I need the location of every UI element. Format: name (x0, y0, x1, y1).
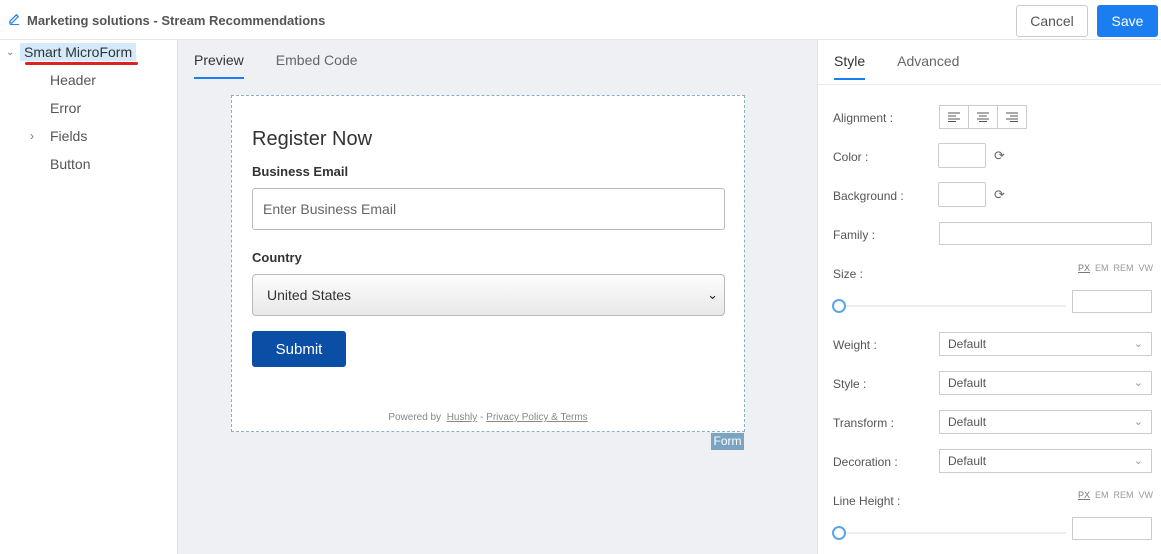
tab-style[interactable]: Style (834, 51, 866, 80)
size-slider-handle[interactable] (832, 299, 846, 313)
tree-item-header[interactable]: Header (50, 72, 96, 88)
align-center-icon[interactable] (969, 106, 998, 128)
align-right-icon[interactable] (998, 106, 1026, 128)
email-field[interactable]: Enter Business Email (252, 188, 725, 230)
tree-root-label[interactable]: Smart MicroForm (20, 43, 137, 61)
line-height-input[interactable] (1072, 517, 1152, 540)
country-label: Country (252, 250, 302, 265)
country-select[interactable]: United States ⌄ (252, 274, 725, 316)
powered-by: Powered by Hushly - Privacy Policy & Ter… (232, 412, 744, 423)
reset-icon[interactable]: ⟳ (994, 148, 1005, 164)
decoration-value: Default (948, 454, 987, 468)
transform-label: Transform : (833, 416, 894, 430)
page-title: Marketing solutions - Stream Recommendat… (8, 12, 325, 28)
style-select[interactable]: Default ⌄ (939, 371, 1152, 395)
line-height-units: PX EM REM VW (1078, 490, 1153, 500)
alignment-label: Alignment : (833, 111, 894, 125)
family-label: Family : (833, 228, 875, 242)
chevron-down-icon: ⌄ (1133, 416, 1143, 428)
size-slider-track[interactable] (832, 305, 1066, 307)
unit-em[interactable]: EM (1095, 490, 1109, 500)
unit-vw[interactable]: VW (1139, 490, 1154, 500)
transform-value: Default (948, 415, 987, 429)
decoration-select[interactable]: Default ⌄ (939, 449, 1152, 473)
unit-rem[interactable]: REM (1114, 263, 1134, 273)
alignment-group (939, 105, 1027, 129)
structure-sidebar: ⌄ Smart MicroForm Header Error › Fields … (0, 40, 178, 554)
edit-icon[interactable] (8, 12, 21, 28)
unit-px[interactable]: PX (1078, 263, 1090, 273)
powered-separator: - (480, 412, 484, 423)
line-height-slider-handle[interactable] (832, 526, 846, 540)
privacy-policy-link[interactable]: Privacy Policy & Terms (486, 412, 588, 423)
save-button[interactable]: Save (1097, 5, 1158, 37)
top-bar: Marketing solutions - Stream Recommendat… (0, 0, 1161, 40)
weight-select[interactable]: Default ⌄ (939, 332, 1152, 356)
hushly-link[interactable]: Hushly (447, 412, 478, 423)
style-value: Default (948, 376, 987, 390)
chevron-right-icon[interactable]: › (30, 129, 34, 143)
email-label: Business Email (252, 164, 349, 179)
tree-item-fields[interactable]: Fields (50, 128, 87, 144)
chevron-down-icon: ⌄ (707, 287, 718, 302)
selection-underline (25, 62, 138, 65)
powered-prefix: Powered by (388, 412, 442, 423)
unit-rem[interactable]: REM (1114, 490, 1134, 500)
align-left-icon[interactable] (940, 106, 969, 128)
transform-select[interactable]: Default ⌄ (939, 410, 1152, 434)
decoration-label: Decoration : (833, 455, 898, 469)
preview-area: Preview Embed Code Register Now Business… (178, 40, 817, 554)
preview-tabs: Preview Embed Code (194, 50, 390, 79)
cancel-button[interactable]: Cancel (1016, 5, 1088, 37)
size-label: Size : (833, 267, 864, 281)
family-input[interactable] (939, 222, 1152, 245)
chevron-down-icon: ⌄ (1133, 338, 1143, 350)
size-input[interactable] (1072, 290, 1152, 313)
country-value: United States (267, 287, 352, 303)
page-title-text: Marketing solutions - Stream Recommendat… (27, 12, 326, 28)
tree-root[interactable]: ⌄ Smart MicroForm (6, 43, 137, 61)
form-tag: Form (711, 433, 744, 450)
tab-preview[interactable]: Preview (194, 50, 244, 79)
background-label: Background : (833, 189, 904, 203)
style-label: Style : (833, 377, 867, 391)
chevron-down-icon[interactable]: ⌄ (6, 47, 20, 58)
tree-item-error[interactable]: Error (50, 100, 81, 116)
weight-label: Weight : (833, 338, 877, 352)
line-height-slider-track[interactable] (832, 532, 1066, 534)
tab-embed-code[interactable]: Embed Code (276, 50, 358, 79)
tabs-divider (818, 84, 1161, 85)
unit-px[interactable]: PX (1078, 490, 1090, 500)
unit-em[interactable]: EM (1095, 263, 1109, 273)
color-swatch[interactable] (938, 143, 986, 168)
size-units: PX EM REM VW (1078, 263, 1153, 273)
chevron-down-icon: ⌄ (1133, 455, 1143, 467)
panel-tabs: Style Advanced (834, 51, 991, 80)
submit-button[interactable]: Submit (252, 331, 346, 367)
form-title[interactable]: Register Now (252, 128, 372, 151)
reset-icon[interactable]: ⟳ (994, 187, 1005, 203)
color-label: Color : (833, 150, 869, 164)
style-panel: Style Advanced Alignment : Color : ⟳ Bac… (817, 40, 1161, 554)
weight-value: Default (948, 337, 987, 351)
line-height-label: Line Height : (833, 494, 901, 508)
unit-vw[interactable]: VW (1139, 263, 1154, 273)
tree-item-button[interactable]: Button (50, 156, 90, 172)
form-preview[interactable]: Register Now Business Email Enter Busine… (231, 95, 745, 432)
background-swatch[interactable] (938, 182, 986, 207)
chevron-down-icon: ⌄ (1133, 377, 1143, 389)
tab-advanced[interactable]: Advanced (897, 51, 959, 80)
